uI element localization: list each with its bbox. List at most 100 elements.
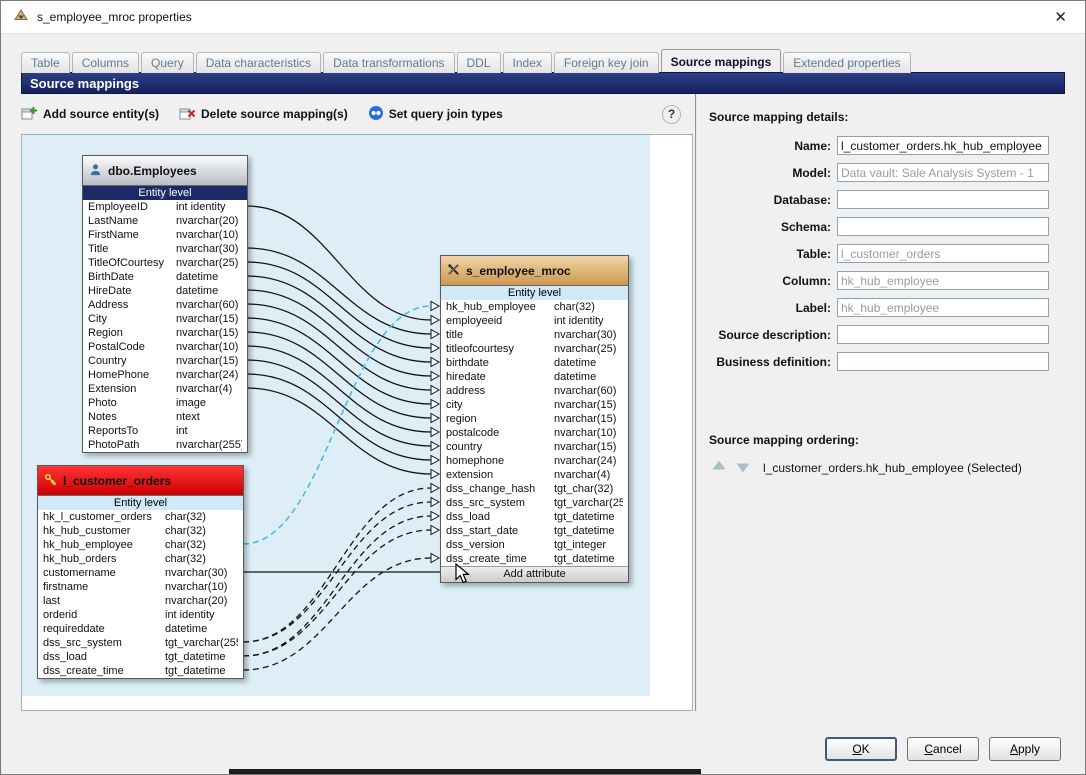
tab-strip: Table Columns Query Data characteristics Dat…: [1, 48, 1085, 73]
help-icon[interactable]: ?: [662, 104, 681, 124]
column-row-hk_hub_orders[interactable]: hk_hub_orders char(32): [38, 552, 243, 566]
column-row-Title[interactable]: Title nvarchar(30): [83, 242, 247, 256]
column-row-orderid[interactable]: orderid int identity: [38, 608, 243, 622]
column-row-HireDate[interactable]: HireDate datetime: [83, 284, 247, 298]
entity-mroc[interactable]: s_employee_mroc Entity level hk_hub_employ…: [440, 255, 629, 583]
move-up-button[interactable]: [709, 459, 729, 477]
model-input: [837, 163, 1049, 182]
cancel-button[interactable]: Cancel: [907, 737, 979, 761]
column-row-LastName[interactable]: LastName nvarchar(20): [83, 214, 247, 228]
column-row-hk_hub_customer[interactable]: hk_hub_customer char(32): [38, 524, 243, 538]
name-input[interactable]: [837, 136, 1049, 155]
column-type: datetime: [176, 285, 219, 297]
column-row-Photo[interactable]: Photo image: [83, 396, 247, 410]
mapping-diagram-canvas[interactable]: dbo.Employees Entity level EmployeeID int i…: [21, 134, 693, 711]
column-row-BirthDate[interactable]: BirthDate datetime: [83, 270, 247, 284]
column-row-dss_version[interactable]: dss_version tgt_integer: [441, 538, 628, 552]
tab-table[interactable]: Table: [21, 52, 70, 73]
column-row-hk_hub_employee[interactable]: hk_hub_employee char(32): [38, 538, 243, 552]
database-input[interactable]: [837, 190, 1049, 209]
column-row-ReportsTo[interactable]: ReportsTo int: [83, 424, 247, 438]
column-row-dss_change_hash[interactable]: dss_change_hash tgt_char(32): [441, 482, 628, 496]
label-label: Label:: [795, 300, 831, 315]
entity-header[interactable]: l_customer_orders: [38, 466, 243, 496]
column-row-dss_load[interactable]: dss_load tgt_datetime: [441, 510, 628, 524]
column-row-hiredate[interactable]: hiredate datetime: [441, 370, 628, 384]
column-row-City[interactable]: City nvarchar(15): [83, 312, 247, 326]
column-row-TitleOfCourtesy[interactable]: TitleOfCourtesy nvarchar(25): [83, 256, 247, 270]
entity-customer[interactable]: l_customer_orders Entity level hk_l_custom…: [37, 465, 244, 679]
column-row-employeeid[interactable]: employeeid int identity: [441, 314, 628, 328]
column-row-last[interactable]: last nvarchar(20): [38, 594, 243, 608]
ok-button[interactable]: OK: [825, 737, 897, 761]
column-row-FirstName[interactable]: FirstName nvarchar(10): [83, 228, 247, 242]
tab-columns[interactable]: Columns: [71, 52, 140, 73]
column-type: nvarchar(15): [554, 399, 617, 411]
tab-data-transformations[interactable]: Data transformations: [323, 52, 455, 73]
column-row-country[interactable]: country nvarchar(15): [441, 440, 628, 454]
column-row-Address[interactable]: Address nvarchar(60): [83, 298, 247, 312]
column-row-titleofcourtesy[interactable]: titleofcourtesy nvarchar(25): [441, 342, 628, 356]
mapping-wire-16[interactable]: [242, 529, 432, 657]
column-row-dss_create_time[interactable]: dss_create_time tgt_datetime: [38, 664, 243, 678]
tab-query[interactable]: Query: [141, 52, 194, 73]
column-row-hk_hub_employee[interactable]: hk_hub_employee char(32): [441, 300, 628, 314]
column-row-dss_src_system[interactable]: dss_src_system tgt_varchar(255): [38, 636, 243, 650]
section-header: Source mappings: [21, 72, 1065, 94]
tab-data-characteristics[interactable]: Data characteristics: [195, 52, 322, 73]
column-name: last: [43, 595, 61, 607]
column-row-firstname[interactable]: firstname nvarchar(10): [38, 580, 243, 594]
column-name: Country: [88, 355, 127, 367]
column-row-Notes[interactable]: Notes ntext: [83, 410, 247, 424]
column-row-PostalCode[interactable]: PostalCode nvarchar(10): [83, 340, 247, 354]
close-icon[interactable]: ✕: [1048, 6, 1073, 28]
column-row-dss_load[interactable]: dss_load tgt_datetime: [38, 650, 243, 664]
column-row-birthdate[interactable]: birthdate datetime: [441, 356, 628, 370]
move-down-button[interactable]: [733, 459, 753, 477]
column-row-address[interactable]: address nvarchar(60): [441, 384, 628, 398]
field-row-name: Name:: [709, 136, 1049, 155]
apply-button[interactable]: Apply: [989, 737, 1061, 761]
column-row-dss_src_system[interactable]: dss_src_system tgt_varchar(255): [441, 496, 628, 510]
column-row-postalcode[interactable]: postalcode nvarchar(10): [441, 426, 628, 440]
column-row-city[interactable]: city nvarchar(15): [441, 398, 628, 412]
schema-input[interactable]: [837, 217, 1049, 236]
mapping-arrowhead: [430, 552, 441, 564]
ordering-title: Source mapping ordering:: [709, 433, 860, 447]
column-row-extension[interactable]: extension nvarchar(4): [441, 468, 628, 482]
column-row-Country[interactable]: Country nvarchar(15): [83, 354, 247, 368]
column-type: nvarchar(15): [176, 355, 239, 367]
column-row-dss_start_date[interactable]: dss_start_date tgt_datetime: [441, 524, 628, 538]
tab-index[interactable]: Index: [502, 52, 552, 73]
delete-source-mapping-button[interactable]: Delete source mapping(s): [179, 105, 348, 124]
column-row-region[interactable]: region nvarchar(15): [441, 412, 628, 426]
details-title: Source mapping details:: [709, 110, 849, 124]
tab-extended-properties[interactable]: Extended properties: [783, 52, 911, 73]
add-source-entity-button[interactable]: Add source entity(s): [21, 105, 159, 124]
ordering-item[interactable]: l_customer_orders.hk_hub_employee (Selec…: [763, 461, 1022, 475]
tab-source-mappings[interactable]: Source mappings: [660, 49, 782, 72]
entity-employees[interactable]: dbo.Employees Entity level EmployeeID int i…: [82, 155, 248, 453]
column-row-EmployeeID[interactable]: EmployeeID int identity: [83, 200, 247, 214]
tab-foreign-key-join[interactable]: Foreign key join: [553, 52, 659, 73]
source_description-input[interactable]: [837, 325, 1049, 344]
set-query-join-types-button[interactable]: Set query join types: [368, 105, 503, 124]
business_definition-input[interactable]: [837, 352, 1049, 371]
field-row-table: Table:: [709, 244, 1049, 263]
column-row-homephone[interactable]: homephone nvarchar(24): [441, 454, 628, 468]
tab-ddl[interactable]: DDL: [456, 52, 501, 73]
column-row-PhotoPath[interactable]: PhotoPath nvarchar(255): [83, 438, 247, 452]
mapping-wire-13[interactable]: [242, 487, 432, 643]
column-row-hk_l_customer_orders[interactable]: hk_l_customer_orders char(32): [38, 510, 243, 524]
entity-header[interactable]: s_employee_mroc: [441, 256, 628, 286]
column-row-customername[interactable]: customername nvarchar(30): [38, 566, 243, 580]
entity-header[interactable]: dbo.Employees: [83, 156, 247, 186]
column-row-title[interactable]: title nvarchar(30): [441, 328, 628, 342]
mapping-wire-15[interactable]: [242, 515, 432, 657]
mapping-wire-17[interactable]: [242, 557, 432, 671]
column-row-HomePhone[interactable]: HomePhone nvarchar(24): [83, 368, 247, 382]
column-row-Region[interactable]: Region nvarchar(15): [83, 326, 247, 340]
column-row-Extension[interactable]: Extension nvarchar(4): [83, 382, 247, 396]
column-row-requireddate[interactable]: requireddate datetime: [38, 622, 243, 636]
mapping-wire-0[interactable]: [246, 205, 432, 321]
